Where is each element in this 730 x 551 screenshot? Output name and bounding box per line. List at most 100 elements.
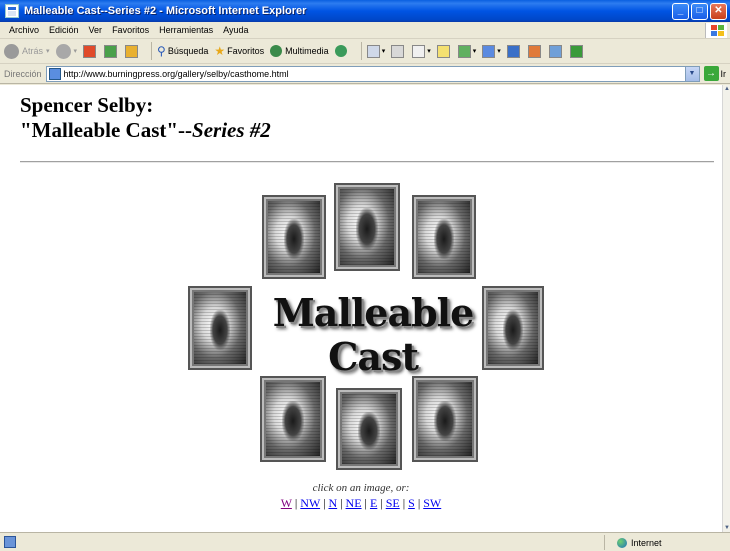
stop-icon [83,44,97,58]
link-nw[interactable]: NW [300,496,320,510]
media-button[interactable]: Multimedia [270,45,329,57]
menu-herramientas[interactable]: Herramientas [154,25,218,35]
address-input[interactable]: http://www.burningpress.org/gallery/selb… [45,65,700,82]
toolbar-divider [360,42,362,60]
ie-page-icon [5,4,19,18]
thumbnail-se[interactable] [412,376,478,462]
discuss-icon [436,44,450,58]
malleable-cast-logo: Malleable Cast [268,291,478,379]
thumbnail-w[interactable] [188,286,252,370]
menu-favoritos[interactable]: Favoritos [107,25,154,35]
chevron-down-icon: ▾ [46,48,50,55]
favorites-button[interactable]: ★ Favoritos [214,44,264,58]
tool-button[interactable] [548,44,564,58]
back-button[interactable]: Atrás ▾ [4,43,50,59]
globe-icon [617,537,627,548]
mail-button[interactable]: ▾ [366,44,385,58]
thumbnail-s[interactable] [336,388,402,470]
thumbnail-nw[interactable] [262,195,326,279]
title-series: Series #2 [192,118,271,142]
mail-icon [366,44,380,58]
link-n[interactable]: N [328,496,337,510]
home-button[interactable] [125,44,140,58]
page-status-icon [4,536,16,548]
page-content: Spencer Selby: "Malleable Cast"--Series … [0,85,722,532]
maximize-button[interactable]: □ [691,2,708,20]
tool-button[interactable] [527,44,543,58]
thumbnail-sw[interactable] [260,376,326,462]
title-main: "Malleable Cast"-- [20,118,193,142]
artwork-image [342,394,396,464]
edit-icon [412,44,426,58]
author-name: Spencer Selby: [20,93,154,117]
artwork-image [268,201,320,273]
stop-button[interactable] [83,44,98,58]
link-separator: | [414,496,424,510]
minimize-button[interactable]: _ [672,2,689,20]
back-label: Atrás [22,46,44,56]
link-ne[interactable]: NE [346,496,362,510]
chevron-down-icon[interactable]: ▼ [684,66,699,81]
refresh-icon [104,44,118,58]
messenger-icon [457,44,471,58]
artwork-image [418,382,472,456]
chevron-down-icon: ▾ [472,48,477,55]
refresh-button[interactable] [104,44,119,58]
chevron-down-icon: ▾ [427,48,431,55]
close-button[interactable]: ✕ [710,2,727,20]
forward-button[interactable]: ▾ [55,43,78,59]
print-icon [391,44,405,58]
home-icon [125,44,139,58]
print-button[interactable] [391,44,406,58]
forward-arrow-icon [55,43,71,59]
toolbar-divider [151,42,153,60]
zone-label: Internet [631,537,662,548]
thumbnail-ne[interactable] [412,195,476,279]
status-bar: Internet [0,532,730,551]
thumbnail-n[interactable] [334,183,400,271]
link-sw[interactable]: SW [423,496,441,510]
go-button[interactable]: → Ir [703,66,726,81]
scroll-down-icon[interactable]: ▼ [723,524,730,532]
menu-ver[interactable]: Ver [84,25,108,35]
scroll-up-icon[interactable]: ▲ [723,85,730,93]
link-separator: | [361,496,370,510]
logo-line-1: Malleable [272,290,475,335]
research-button[interactable]: ▾ [482,44,501,58]
artwork-image [488,292,538,364]
menu-edicion[interactable]: Edición [44,25,84,35]
research-icon [482,44,496,58]
vertical-scrollbar[interactable]: ▲ ▼ [722,85,730,532]
edit-button[interactable]: ▾ [412,44,431,58]
link-s[interactable]: S [408,496,415,510]
tool-icon [548,44,562,58]
link-w[interactable]: W [281,496,292,510]
address-url: http://www.burningpress.org/gallery/selb… [63,68,289,79]
discuss-button[interactable] [436,44,452,58]
messenger-button[interactable]: ▾ [457,44,477,58]
favorites-label: Favoritos [227,46,265,56]
search-label: Búsqueda [167,46,209,56]
window-controls: _ □ ✕ [672,2,727,20]
search-button[interactable]: ⚲ Búsqueda [157,44,208,58]
media-icon [270,45,283,57]
menu-ayuda[interactable]: Ayuda [218,25,253,35]
history-button[interactable] [334,45,350,57]
artwork-image [418,201,470,273]
link-se[interactable]: SE [386,496,400,510]
windows-logo-icon [705,23,727,38]
chevron-down-icon: ▾ [73,48,78,55]
artwork-image [266,382,320,456]
tool-button[interactable] [569,44,585,58]
go-arrow-icon: → [703,66,719,81]
tool-button[interactable] [506,44,522,58]
thumbnail-e[interactable] [482,286,544,370]
menu-archivo[interactable]: Archivo [4,25,44,35]
toolbar: Atrás ▾ ▾ ⚲ Búsqueda ★ Favoritos Multime… [0,39,730,64]
window-title: Malleable Cast--Series #2 - Microsoft In… [24,5,307,17]
media-label: Multimedia [285,46,329,56]
direction-links: W | NW | N | NE | E | SE | S | SW [0,496,722,511]
address-bar: Dirección http://www.burningpress.org/ga… [0,64,730,84]
navigation-caption: click on an image, or: [312,482,410,494]
page-title: Spencer Selby: "Malleable Cast"--Series … [20,93,271,143]
